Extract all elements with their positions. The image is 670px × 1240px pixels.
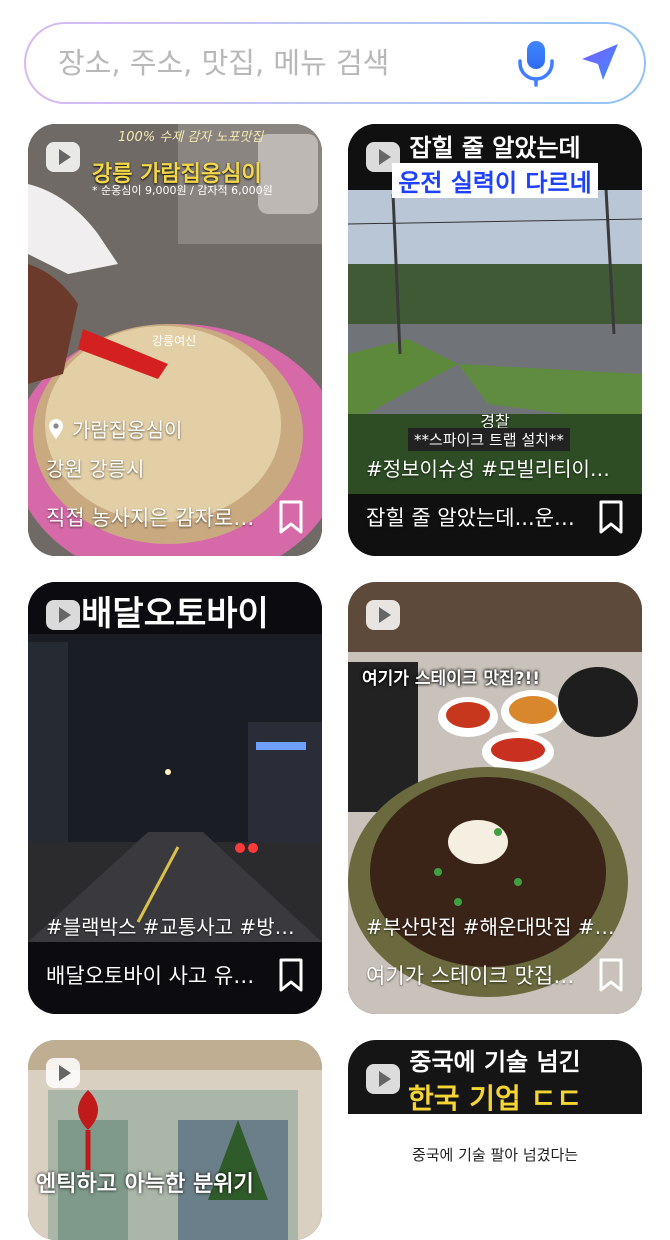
search-input[interactable] — [56, 45, 514, 81]
play-icon — [366, 1064, 400, 1094]
play-icon — [46, 1058, 80, 1088]
card-title: 잡힐 줄 알았는데...운… — [366, 506, 575, 530]
video-card[interactable]: 잡힐 줄 알았는데 운전 실력이 다르네 경찰 **스파이크 트랩 설치** #… — [348, 124, 642, 556]
location-pin-icon — [49, 418, 63, 439]
hashtags: #부산맛집 #해운대맛집 #센… — [366, 915, 624, 939]
bookmark-icon[interactable] — [598, 500, 624, 534]
video-card[interactable]: 중국에 기술 넘긴 한국 기업 ㄷㄷ 중국에 기술 팔아 넘겼다는 — [348, 1040, 642, 1240]
overlay-tagline: 100% 수제 감자 노포맛집 — [118, 130, 264, 145]
region-label: 강원 강릉시 — [46, 457, 145, 481]
play-icon — [366, 142, 400, 172]
video-card[interactable]: 엔틱하고 아늑한 분위기 — [28, 1040, 322, 1240]
card-bottom: 여기가 스테이크 맛집… — [366, 958, 624, 992]
banner-line-2: 운전 실력이 다르네 — [392, 163, 598, 198]
card-info: 가람집옹심이 강원 강릉시 직접 농사지은 감자로… — [28, 414, 322, 556]
card-info: #정보이슈성 #모빌리티이슈 … 잡힐 줄 알았는데...운… — [348, 453, 642, 556]
bookmark-icon[interactable] — [598, 958, 624, 992]
video-card[interactable]: 여기가 스테이크 맛집?!! #부산맛집 #해운대맛집 #센… 여기가 스테이크… — [348, 582, 642, 1014]
play-icon — [46, 142, 80, 172]
search-bar-inner — [26, 24, 644, 102]
location-row: 가람집옹심이 — [46, 414, 304, 443]
microphone-icon[interactable] — [514, 39, 558, 87]
card-title: 직접 농사지은 감자로… — [46, 506, 255, 530]
card-subtext: 중국에 기술 팔아 넘겼다는 — [411, 1146, 579, 1164]
card-info: #부산맛집 #해운대맛집 #센… 여기가 스테이크 맛집… — [348, 911, 642, 1014]
card-info: #블랙박스 #교통사고 #방어… 배달오토바이 사고 유… — [28, 911, 322, 1014]
hashtags: #정보이슈성 #모빌리티이슈 … — [366, 457, 624, 481]
overlay-watermark: 강릉여신 — [152, 334, 197, 348]
overlay-caption: 엔틱하고 아늑한 분위기 — [36, 1172, 254, 1197]
search-bar — [24, 22, 646, 104]
hashtags: #블랙박스 #교통사고 #방어… — [46, 915, 304, 939]
card-bottom: 잡힐 줄 알았는데...운… — [366, 500, 624, 534]
card-bottom: 직접 농사지은 감자로… — [46, 500, 304, 534]
overlay-caption: 여기가 스테이크 맛집?!! — [362, 669, 540, 689]
navigation-arrow-icon[interactable] — [576, 40, 622, 86]
location-name: 가람집옹심이 — [72, 418, 183, 442]
overlay-price: * 순옹심이 9,000원 / 감자적 6,000원 — [92, 184, 273, 197]
video-card[interactable]: 배달오토바이 #블랙박스 #교통사고 #방어… 배달오토바이 사고 유… — [28, 582, 322, 1014]
play-icon — [366, 600, 400, 630]
bookmark-icon[interactable] — [278, 958, 304, 992]
play-icon — [46, 600, 80, 630]
bookmark-icon[interactable] — [278, 500, 304, 534]
card-title: 여기가 스테이크 맛집… — [366, 964, 575, 988]
overlay-caption: **스파이크 트랩 설치** — [408, 428, 570, 451]
video-card[interactable]: 100% 수제 감자 노포맛집 강릉 가람집옹심이 * 순옹심이 9,000원 … — [28, 124, 322, 556]
card-title: 배달오토바이 사고 유… — [46, 964, 255, 988]
card-bottom: 배달오토바이 사고 유… — [46, 958, 304, 992]
